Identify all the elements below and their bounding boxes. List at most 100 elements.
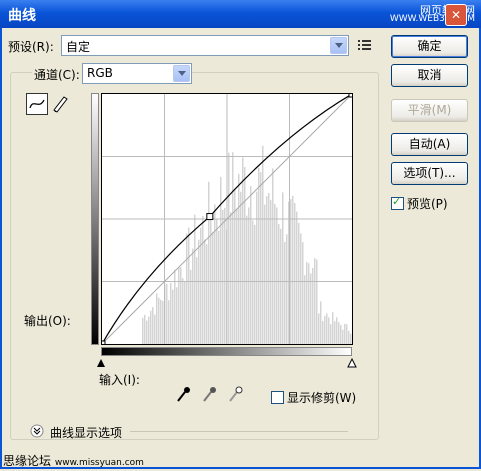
chevron-down-icon[interactable] bbox=[330, 37, 347, 54]
pencil-icon[interactable] bbox=[50, 93, 70, 113]
histogram bbox=[142, 145, 352, 344]
histogram-bar bbox=[204, 239, 206, 344]
ok-button[interactable]: 确定 bbox=[391, 35, 468, 58]
histogram-bar bbox=[338, 322, 340, 344]
cancel-button[interactable]: 取消 bbox=[391, 64, 468, 87]
histogram-bar bbox=[312, 268, 314, 344]
preset-menu-icon[interactable] bbox=[358, 39, 372, 51]
expand-options-icon[interactable] bbox=[30, 424, 44, 438]
histogram-bar bbox=[284, 241, 286, 344]
output-label: 输出(O): bbox=[24, 314, 71, 328]
histogram-bar bbox=[320, 301, 322, 344]
histogram-bar bbox=[336, 317, 338, 344]
histogram-bar bbox=[256, 191, 258, 344]
auto-button[interactable]: 自动(A) bbox=[391, 133, 468, 156]
histogram-bar bbox=[168, 300, 170, 344]
histogram-bar bbox=[214, 204, 216, 344]
input-label: 输入(I): bbox=[99, 373, 140, 387]
curve-control-point[interactable] bbox=[348, 90, 356, 98]
curve-control-point[interactable] bbox=[98, 340, 106, 348]
histogram-bar bbox=[142, 317, 144, 344]
histogram-bar bbox=[244, 167, 246, 344]
histogram-bar bbox=[230, 212, 232, 344]
histogram-bar bbox=[236, 208, 238, 344]
histogram-bar bbox=[298, 222, 300, 344]
histogram-bar bbox=[316, 259, 318, 344]
histogram-bar bbox=[282, 192, 284, 344]
histogram-bar bbox=[160, 299, 162, 344]
histogram-bar bbox=[222, 209, 224, 344]
histogram-bar bbox=[344, 323, 346, 344]
histogram-bar bbox=[192, 248, 194, 344]
histogram-bar bbox=[268, 193, 270, 344]
histogram-bar bbox=[334, 321, 336, 344]
black-eyedropper-icon[interactable] bbox=[175, 386, 191, 404]
show-clipping-checkbox[interactable] bbox=[271, 391, 284, 404]
window-title: 曲线 bbox=[8, 8, 36, 24]
black-point-slider[interactable] bbox=[96, 358, 106, 368]
histogram-bar bbox=[170, 282, 172, 344]
histogram-bar bbox=[272, 168, 274, 344]
preview-label: 预览(P) bbox=[407, 197, 448, 211]
histogram-bar bbox=[208, 181, 210, 344]
histogram-bar bbox=[212, 231, 214, 344]
curve-tool-icon[interactable] bbox=[26, 93, 48, 115]
options-button[interactable]: 选项(T)... bbox=[391, 162, 468, 185]
forum-name: 思缘论坛 bbox=[3, 454, 52, 468]
preset-label: 预设(R): bbox=[8, 40, 54, 54]
histogram-bar bbox=[196, 257, 198, 344]
histogram-bar bbox=[280, 228, 282, 344]
histogram-bar bbox=[326, 313, 328, 344]
histogram-bar bbox=[258, 167, 260, 344]
histogram-bar bbox=[194, 214, 196, 344]
preview-checkbox[interactable] bbox=[391, 195, 404, 210]
histogram-bar bbox=[176, 287, 178, 344]
histogram-bar bbox=[206, 244, 208, 344]
histogram-bar bbox=[150, 310, 152, 344]
preset-select[interactable]: 自定 bbox=[61, 35, 349, 56]
histogram-bar bbox=[274, 203, 276, 344]
histogram-bar bbox=[248, 207, 250, 344]
histogram-bar bbox=[188, 227, 190, 344]
histogram-bar bbox=[270, 200, 272, 344]
histogram-bar bbox=[144, 314, 146, 344]
histogram-bar bbox=[166, 283, 168, 344]
forum-url: www.missyuan.com bbox=[54, 458, 144, 468]
histogram-bar bbox=[290, 199, 292, 344]
preset-value: 自定 bbox=[66, 40, 91, 54]
gray-eyedropper-icon[interactable] bbox=[201, 386, 217, 404]
curve-graph[interactable] bbox=[98, 90, 356, 348]
histogram-bar bbox=[314, 258, 316, 344]
histogram-bar bbox=[240, 191, 242, 344]
histogram-bar bbox=[172, 289, 174, 344]
white-point-slider[interactable] bbox=[347, 358, 357, 368]
histogram-bar bbox=[246, 215, 248, 344]
curve-options-label[interactable]: 曲线显示选项 bbox=[50, 424, 122, 441]
smooth-button[interactable]: 平滑(M) bbox=[391, 99, 468, 122]
histogram-bar bbox=[254, 224, 256, 344]
curve-control-point[interactable] bbox=[206, 213, 214, 221]
histogram-bar bbox=[266, 196, 268, 344]
histogram-bar bbox=[348, 330, 350, 344]
options-divider bbox=[130, 431, 348, 432]
histogram-bar bbox=[228, 152, 230, 344]
histogram-bar bbox=[186, 233, 188, 344]
chevron-down-icon[interactable] bbox=[173, 65, 190, 82]
close-icon[interactable]: ✕ bbox=[445, 4, 467, 26]
histogram-bar bbox=[152, 307, 154, 344]
histogram-bar bbox=[304, 275, 306, 344]
histogram-bar bbox=[318, 313, 320, 344]
histogram-bar bbox=[296, 211, 298, 344]
histogram-bar bbox=[146, 320, 148, 344]
white-eyedropper-icon[interactable] bbox=[227, 386, 243, 404]
histogram-bar bbox=[294, 203, 296, 344]
histogram-bar bbox=[224, 207, 226, 344]
histogram-bar bbox=[220, 176, 222, 344]
curve-canvas[interactable] bbox=[98, 90, 356, 348]
histogram-bar bbox=[198, 239, 200, 344]
histogram-bar bbox=[324, 315, 326, 344]
histogram-bar bbox=[252, 220, 254, 344]
histogram-bar bbox=[328, 317, 330, 344]
channel-select[interactable]: RGB bbox=[82, 63, 192, 84]
output-gradient bbox=[91, 93, 99, 345]
